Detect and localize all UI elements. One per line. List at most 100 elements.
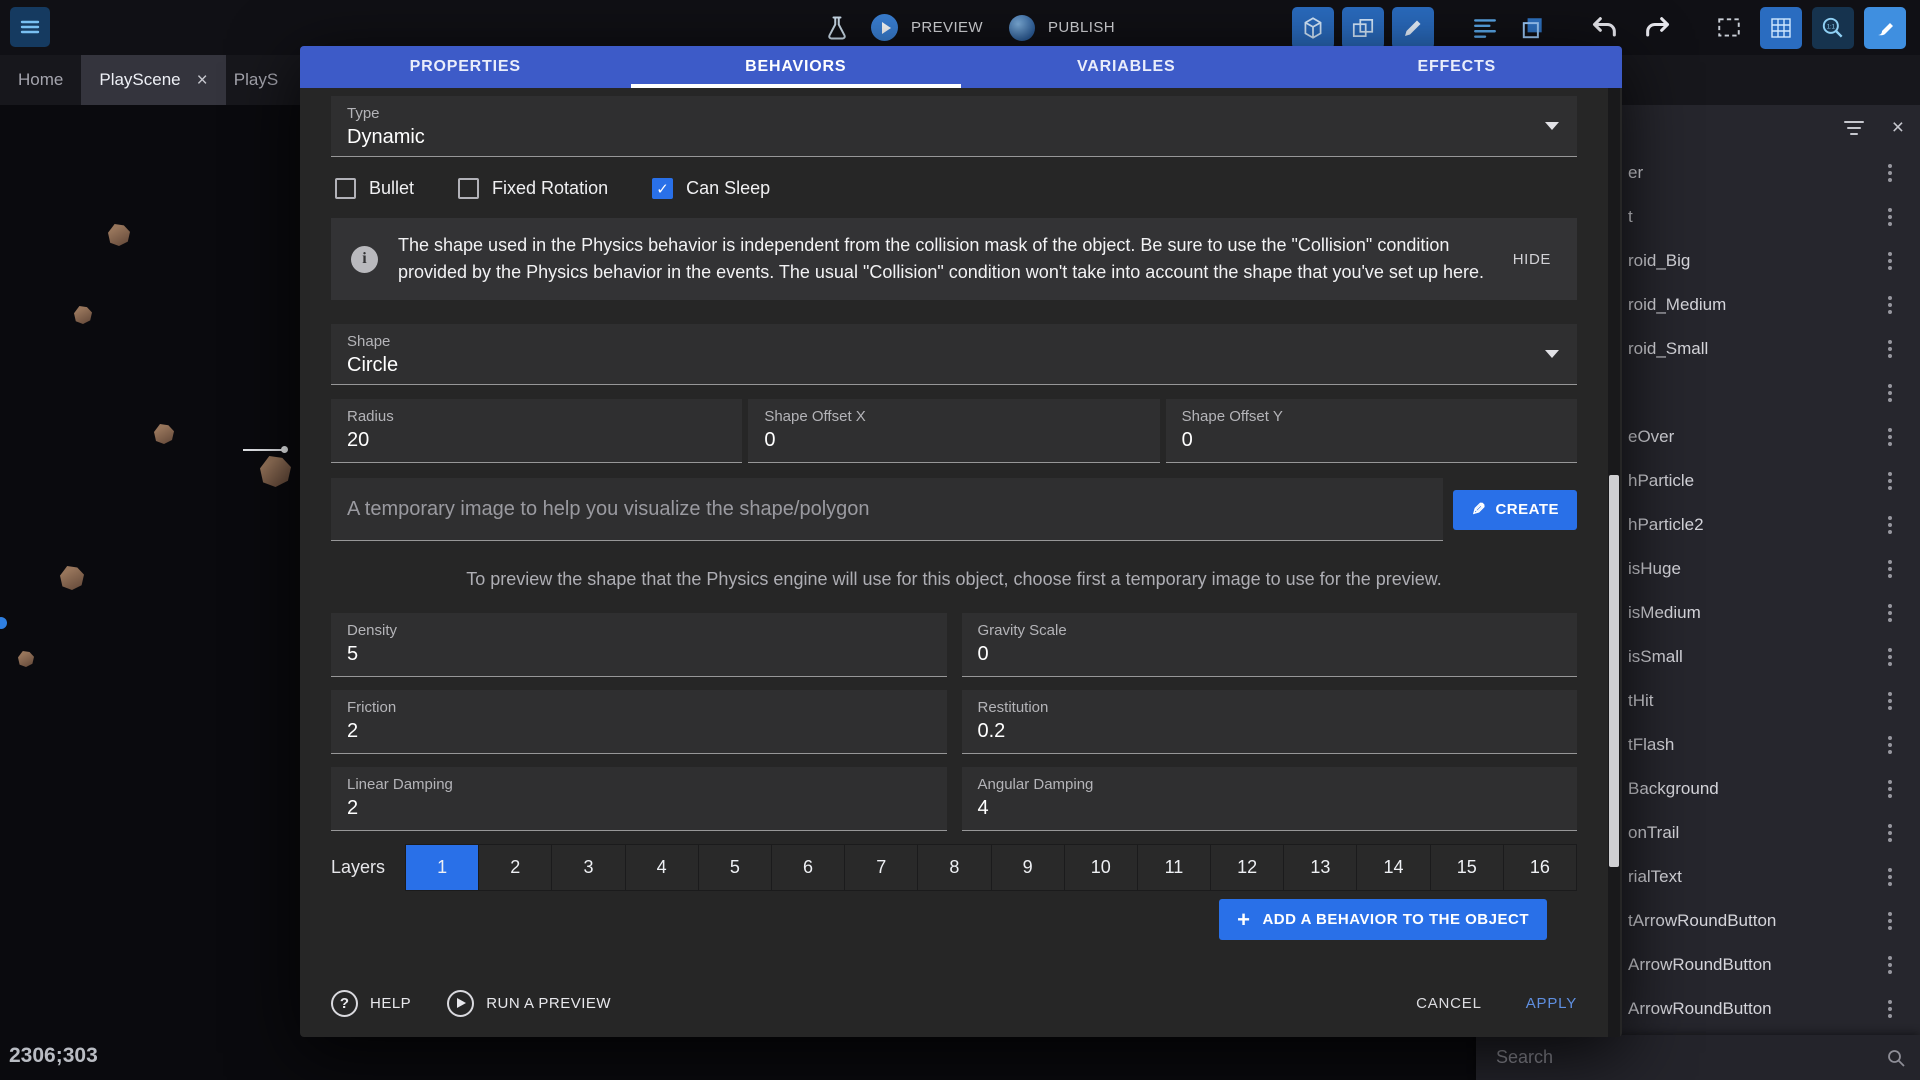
chevron-down-icon <box>1545 350 1559 358</box>
layer-11-button[interactable]: 11 <box>1138 845 1211 890</box>
layer-14-button[interactable]: 14 <box>1357 845 1430 890</box>
temp-image-input[interactable] <box>331 498 1443 521</box>
layer-5-button[interactable]: 5 <box>699 845 772 890</box>
layer-4-button[interactable]: 4 <box>626 845 699 890</box>
toolbar-right-group: 1:1 <box>1292 6 1906 50</box>
item-menu-icon[interactable] <box>1888 787 1892 791</box>
restitution-field[interactable]: Restitution 0.2 <box>962 690 1578 754</box>
shape-offset-y-field[interactable]: Shape Offset Y 0 <box>1166 399 1577 463</box>
instances-list-icon[interactable] <box>1464 7 1506 49</box>
layer-7-button[interactable]: 7 <box>845 845 918 890</box>
layer-16-button[interactable]: 16 <box>1504 845 1576 890</box>
item-menu-icon[interactable] <box>1888 567 1892 571</box>
item-menu-icon[interactable] <box>1888 347 1892 351</box>
type-select[interactable]: Type Dynamic <box>331 96 1577 157</box>
layer-13-button[interactable]: 13 <box>1284 845 1357 890</box>
create-button[interactable]: ✎ CREATE <box>1453 490 1577 530</box>
tab-effects[interactable]: EFFECTS <box>1292 46 1623 88</box>
search-input[interactable] <box>1496 1047 1886 1068</box>
item-menu-icon[interactable] <box>1888 303 1892 307</box>
publish-globe-icon[interactable] <box>1009 15 1035 41</box>
grid-icon[interactable] <box>1760 7 1802 49</box>
linear-damping-field[interactable]: Linear Damping 2 <box>331 767 947 831</box>
zoom-1-1-icon[interactable]: 1:1 <box>1812 7 1854 49</box>
project-manager-icon[interactable] <box>10 7 50 47</box>
filter-icon[interactable] <box>1844 119 1864 137</box>
cancel-button[interactable]: CANCEL <box>1416 995 1482 1012</box>
tab-behaviors[interactable]: BEHAVIORS <box>631 46 962 88</box>
item-menu-icon[interactable] <box>1888 611 1892 615</box>
layer-15-button[interactable]: 15 <box>1431 845 1504 890</box>
shape-label: Shape <box>347 333 1561 350</box>
preview-button[interactable]: PREVIEW <box>911 19 983 36</box>
tab-variables[interactable]: VARIABLES <box>961 46 1292 88</box>
item-menu-icon[interactable] <box>1888 171 1892 175</box>
dialog-scrollbar-thumb[interactable] <box>1609 475 1619 867</box>
layer-8-button[interactable]: 8 <box>918 845 991 890</box>
objects-editor-icon[interactable] <box>1292 7 1334 49</box>
publish-button[interactable]: PUBLISH <box>1048 19 1115 36</box>
layer-3-button[interactable]: 3 <box>552 845 625 890</box>
layer-6-button[interactable]: 6 <box>772 845 845 890</box>
layer-buttons: 1 2 3 4 5 6 7 8 9 10 11 12 13 14 15 16 <box>405 844 1577 891</box>
temp-image-row: ✎ CREATE <box>331 478 1577 541</box>
close-panel-icon[interactable]: × <box>1892 116 1904 140</box>
item-menu-icon[interactable] <box>1888 831 1892 835</box>
item-menu-icon[interactable] <box>1888 875 1892 879</box>
help-button[interactable]: ? HELP <box>331 990 411 1017</box>
friction-field[interactable]: Friction 2 <box>331 690 947 754</box>
item-menu-icon[interactable] <box>1888 655 1892 659</box>
tab-home[interactable]: Home <box>0 55 81 105</box>
hide-button[interactable]: HIDE <box>1507 251 1557 268</box>
item-menu-icon[interactable] <box>1888 919 1892 923</box>
item-menu-icon[interactable] <box>1888 479 1892 483</box>
can-sleep-checkbox[interactable]: Can Sleep <box>652 178 770 199</box>
item-menu-icon[interactable] <box>1888 1007 1892 1011</box>
temp-image-field-wrap <box>331 478 1443 541</box>
radius-field[interactable]: Radius 20 <box>331 399 742 463</box>
item-menu-icon[interactable] <box>1888 743 1892 747</box>
item-menu-icon[interactable] <box>1888 699 1892 703</box>
close-tab-icon[interactable]: × <box>197 71 208 90</box>
layer-10-button[interactable]: 10 <box>1065 845 1138 890</box>
undo-icon[interactable] <box>1584 7 1626 49</box>
help-icon: ? <box>331 990 358 1017</box>
tab-playscene[interactable]: PlayScene × <box>81 55 225 105</box>
edit-scene-icon[interactable] <box>1392 7 1434 49</box>
search-icon <box>1886 1048 1906 1068</box>
layer-9-button[interactable]: 9 <box>992 845 1065 890</box>
redo-icon[interactable] <box>1636 7 1678 49</box>
shape-select[interactable]: Shape Circle <box>331 324 1577 385</box>
item-menu-icon[interactable] <box>1888 963 1892 967</box>
run-preview-button[interactable]: RUN A PREVIEW <box>447 990 611 1017</box>
asteroid-sprite <box>74 306 92 324</box>
selection-handle[interactable] <box>281 446 288 453</box>
layers-panel-icon[interactable] <box>1512 7 1554 49</box>
shape-params-row: Radius 20 Shape Offset X 0 Shape Offset … <box>331 399 1577 463</box>
density-field[interactable]: Density 5 <box>331 613 947 677</box>
paint-brush-icon[interactable] <box>1864 7 1906 49</box>
angular-damping-field[interactable]: Angular Damping 4 <box>962 767 1578 831</box>
fixed-rotation-checkbox[interactable]: Fixed Rotation <box>458 178 608 199</box>
preview-play-icon[interactable] <box>871 14 898 41</box>
window-mask-icon[interactable] <box>1708 7 1750 49</box>
item-menu-icon[interactable] <box>1888 259 1892 263</box>
shape-offset-x-field[interactable]: Shape Offset X 0 <box>748 399 1159 463</box>
item-menu-icon[interactable] <box>1888 215 1892 219</box>
item-menu-icon[interactable] <box>1888 435 1892 439</box>
tab-playscene-2[interactable]: PlayS <box>226 55 286 105</box>
apply-button[interactable]: APPLY <box>1526 995 1577 1012</box>
bullet-checkbox[interactable]: Bullet <box>335 178 414 199</box>
layer-1-button[interactable]: 1 <box>406 845 479 890</box>
selection-line <box>243 449 285 451</box>
object-groups-icon[interactable] <box>1342 7 1384 49</box>
asteroid-sprite <box>108 224 130 246</box>
item-menu-icon[interactable] <box>1888 523 1892 527</box>
gravity-scale-field[interactable]: Gravity Scale 0 <box>962 613 1578 677</box>
add-behavior-button[interactable]: + ADD A BEHAVIOR TO THE OBJECT <box>1219 899 1547 940</box>
item-menu-icon[interactable] <box>1888 391 1892 395</box>
layer-2-button[interactable]: 2 <box>479 845 552 890</box>
tab-properties[interactable]: PROPERTIES <box>300 46 631 88</box>
debug-flask-icon[interactable] <box>823 13 851 43</box>
layer-12-button[interactable]: 12 <box>1211 845 1284 890</box>
